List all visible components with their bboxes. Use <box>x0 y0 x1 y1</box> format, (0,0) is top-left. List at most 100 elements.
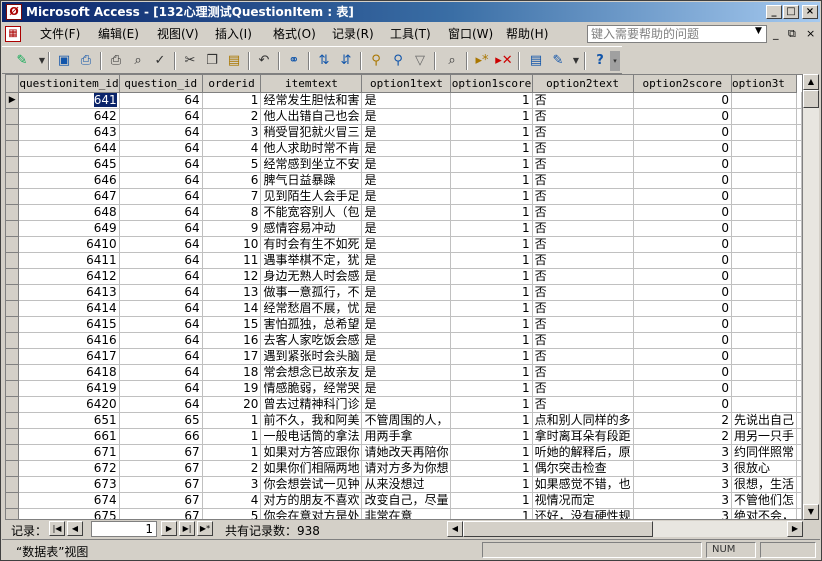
table-cell[interactable]: 64 <box>119 332 203 349</box>
scroll-thumb[interactable] <box>803 90 819 108</box>
table-cell[interactable]: 一般电话筒的拿法 <box>260 428 363 445</box>
table-cell[interactable]: 否 <box>532 364 634 381</box>
table-cell[interactable]: 是 <box>361 380 452 397</box>
table-cell[interactable]: 64 <box>119 156 203 173</box>
find-icon[interactable]: ⌕ <box>442 51 462 71</box>
table-cell[interactable] <box>731 156 798 173</box>
table-cell[interactable] <box>731 316 798 333</box>
vertical-scrollbar[interactable]: ▲ ▼ <box>803 74 819 520</box>
record-selector[interactable] <box>6 428 20 445</box>
table-cell[interactable]: 6420 <box>18 396 120 413</box>
table-cell[interactable]: 64 <box>119 284 203 301</box>
record-selector[interactable] <box>6 460 20 477</box>
table-cell[interactable]: 1 <box>450 348 533 365</box>
table-cell[interactable]: 否 <box>532 380 634 397</box>
table-cell[interactable]: 3 <box>633 444 732 461</box>
table-cell[interactable]: 6414 <box>18 300 120 317</box>
mdi-restore-button[interactable]: ⧉ <box>788 27 796 41</box>
table-cell[interactable]: 是 <box>361 124 452 141</box>
table-cell[interactable]: 64 <box>119 92 203 109</box>
table-cell[interactable]: 8 <box>202 204 262 221</box>
table-cell[interactable]: 你会想尝试一见钟 <box>260 476 363 493</box>
table-cell[interactable]: 用两手拿 <box>361 428 452 445</box>
delete-record-icon[interactable]: ▸✕ <box>494 51 514 71</box>
table-cell[interactable]: 1 <box>450 412 533 429</box>
table-row[interactable]: 642 64 2 他人出错自己也会是 1 否 0 <box>6 108 802 125</box>
table-cell[interactable]: 64 <box>119 124 203 141</box>
table-cell[interactable]: 他人出错自己也会 <box>260 108 363 125</box>
new-record-button[interactable]: ▶* <box>197 521 213 536</box>
table-cell[interactable]: 否 <box>532 236 634 253</box>
table-cell[interactable]: 1 <box>450 332 533 349</box>
table-cell[interactable]: 遇事举棋不定，犹 <box>260 252 363 269</box>
table-cell[interactable] <box>731 108 798 125</box>
table-row[interactable]: 6416 64 16 去客人家吃饭会感是 1 否 0 <box>6 332 802 349</box>
design-view-icon[interactable]: ✎ <box>12 51 32 71</box>
table-cell[interactable]: 646 <box>18 172 120 189</box>
scroll-down-button[interactable]: ▼ <box>803 504 819 520</box>
table-cell[interactable]: 否 <box>532 140 634 157</box>
table-row[interactable]: 6414 64 14 经常愁眉不展，忧是 1 否 0 <box>6 300 802 317</box>
table-cell[interactable]: 否 <box>532 204 634 221</box>
table-cell[interactable]: 64 <box>119 252 203 269</box>
table-cell[interactable] <box>731 204 798 221</box>
table-cell[interactable] <box>731 284 798 301</box>
first-record-button[interactable]: |◀ <box>49 521 65 536</box>
table-cell[interactable]: 6 <box>202 172 262 189</box>
table-row[interactable]: 6417 64 17 遇到紧张时会头脑是 1 否 0 <box>6 348 802 365</box>
table-row[interactable]: 644 64 4 他人求助时常不肯是 1 否 0 <box>6 140 802 157</box>
table-cell[interactable]: 0 <box>633 236 732 253</box>
table-cell[interactable]: 先说出自己 <box>731 412 798 429</box>
table-cell[interactable]: 0 <box>633 332 732 349</box>
table-cell[interactable]: 3 <box>633 492 732 509</box>
record-selector[interactable] <box>6 332 20 349</box>
table-cell[interactable]: 是 <box>361 92 452 109</box>
column-header[interactable]: option1score <box>450 75 533 93</box>
horizontal-scrollbar[interactable]: ◀ ▶ <box>447 521 803 537</box>
scroll-left-button[interactable]: ◀ <box>447 521 463 537</box>
table-cell[interactable]: 有时会有生不如死 <box>260 236 363 253</box>
table-cell[interactable]: 用另一只手 <box>731 428 798 445</box>
record-selector[interactable] <box>6 396 20 413</box>
table-cell[interactable]: 害怕孤独，总希望 <box>260 316 363 333</box>
table-cell[interactable]: 64 <box>119 348 203 365</box>
record-selector[interactable] <box>6 108 20 125</box>
table-row[interactable]: 675 67 5 你会在意对方是处 非常在意 1 还好，没有硬性规 3 绝对不会， <box>6 508 802 519</box>
table-cell[interactable]: 0 <box>633 364 732 381</box>
table-cell[interactable]: 672 <box>18 460 120 477</box>
table-cell[interactable]: 否 <box>532 172 634 189</box>
table-icon[interactable]: ▦ <box>5 26 21 42</box>
table-cell[interactable]: 1 <box>450 476 533 493</box>
table-cell[interactable]: 0 <box>633 156 732 173</box>
table-cell[interactable]: 是 <box>361 252 452 269</box>
paste-icon[interactable]: ▤ <box>224 51 244 71</box>
table-cell[interactable]: 否 <box>532 396 634 413</box>
table-cell[interactable]: 14 <box>202 300 262 317</box>
column-header[interactable]: questionitem_id <box>18 75 120 93</box>
table-cell[interactable]: 前不久，我和阿美 <box>260 412 363 429</box>
table-cell[interactable]: 否 <box>532 300 634 317</box>
table-cell[interactable]: 5 <box>202 156 262 173</box>
menu-edit[interactable]: 编辑(E) <box>98 26 139 42</box>
table-cell[interactable]: 5 <box>202 508 262 519</box>
table-cell[interactable]: 1 <box>450 188 533 205</box>
table-cell[interactable]: 67 <box>119 492 203 509</box>
table-cell[interactable]: 642 <box>18 108 120 125</box>
table-cell[interactable]: 67 <box>119 460 203 477</box>
table-row[interactable]: 6418 64 18 常会想念已故亲友是 1 否 0 <box>6 364 802 381</box>
print-setup-icon[interactable]: ⎙ <box>76 51 96 71</box>
table-cell[interactable]: 约同伴照常 <box>731 444 798 461</box>
sort-ascending-icon[interactable]: ⇅ <box>314 51 334 71</box>
mdi-minimize-button[interactable]: _ <box>773 27 779 40</box>
table-cell[interactable]: 1 <box>450 252 533 269</box>
table-cell[interactable]: 否 <box>532 188 634 205</box>
column-header[interactable]: option2score <box>633 75 732 93</box>
table-cell[interactable]: 66 <box>119 428 203 445</box>
table-row[interactable]: 649 64 9 感情容易冲动是 1 否 0 <box>6 220 802 237</box>
table-cell[interactable]: 1 <box>450 364 533 381</box>
table-cell[interactable]: 64 <box>119 268 203 285</box>
table-cell[interactable]: 是 <box>361 236 452 253</box>
table-cell[interactable]: 65 <box>119 412 203 429</box>
table-cell[interactable]: 否 <box>532 284 634 301</box>
table-cell[interactable]: 64 <box>119 108 203 125</box>
